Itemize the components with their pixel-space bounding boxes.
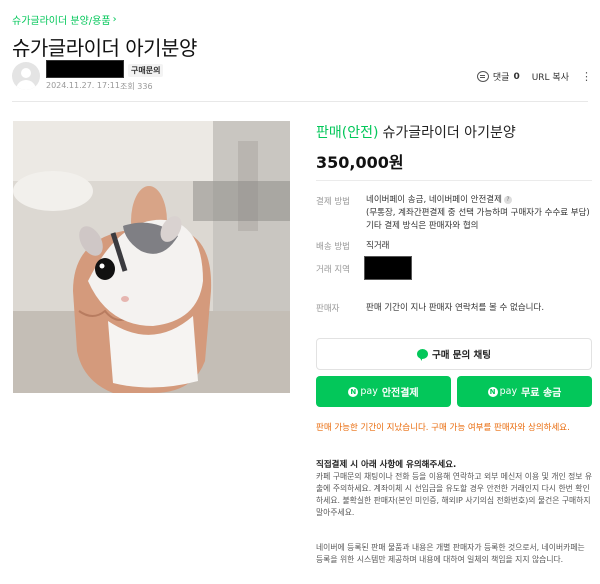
redacted-author-name [46, 60, 124, 78]
sale-status: 판매(안전) [316, 125, 379, 141]
info-divider [316, 180, 592, 181]
expired-notice: 판매 가능한 기간이 지났습니다. 구매 가능 여부를 판매자와 상의하세요. [316, 423, 570, 433]
npay-logo-icon: N [348, 386, 359, 397]
product-name: 슈가글라이더 아기분양 [382, 125, 516, 141]
header-divider [12, 101, 588, 102]
caution-title: 직접결제 시 아래 사항에 유의해주세요. [316, 460, 457, 470]
delivery-method-value: 직거래 [366, 241, 390, 251]
payment-line1: 네이버페이 송금, 네이버페이 안전결제 [366, 195, 502, 205]
sugar-glider-photo [13, 121, 290, 393]
npay-free-transfer-button[interactable]: N pay 무료 송금 [457, 376, 592, 407]
safe-payment-label: 안전결제 [381, 388, 419, 399]
breadcrumb-label[interactable]: 슈가글라이더 분양/용품 [12, 12, 111, 27]
redacted-trade-area [364, 256, 412, 280]
npay-word: pay [360, 386, 378, 397]
help-icon[interactable]: ? [503, 196, 512, 204]
payment-line2: (무통장, 계좌간편결제 중 선택 가능하며 구매자가 수수료 부담) 기타 결… [366, 208, 590, 231]
url-copy-button[interactable]: URL 복사 [532, 70, 569, 83]
payment-method-value: 네이버페이 송금, 네이버페이 안전결제? (무통장, 계좌간편결제 중 선택 … [366, 194, 592, 233]
comment-label[interactable]: 댓글 [493, 70, 510, 83]
buy-inquiry-badge[interactable]: 구매문의 [128, 64, 164, 77]
avatar[interactable] [12, 62, 40, 90]
chat-button-label: 구매 문의 채팅 [431, 350, 492, 361]
chevron-right-icon: › [112, 14, 117, 25]
npay-word: pay [499, 386, 518, 397]
npay-logo-icon: N [487, 386, 498, 397]
free-transfer-label: 무료 송금 [521, 388, 562, 399]
view-count: 조회 336 [120, 82, 153, 91]
delivery-method-label: 배송 방법 [316, 242, 350, 252]
page-title: 슈가글라이더 아기분양 [12, 36, 197, 60]
product-title-line: 판매(안전) 슈가글라이더 아기분양 [316, 122, 516, 142]
breadcrumb[interactable]: 슈가글라이더 분양/용품 › [12, 12, 117, 27]
disclaimer-text: 네이버에 등록된 판매 물품과 내용은 개별 판매자가 등록한 것으로서, 네이… [316, 543, 585, 564]
npay-safe-payment-button[interactable]: N pay 안전결제 [316, 376, 451, 407]
purchase-inquiry-chat-button[interactable]: 구매 문의 채팅 [316, 338, 592, 370]
seller-label: 판매자 [316, 304, 340, 314]
product-price: 350,000원 [316, 153, 404, 172]
product-photo[interactable] [13, 121, 290, 393]
more-options-icon[interactable]: ⋮ [581, 71, 592, 82]
chat-bubble-icon [416, 349, 428, 361]
author-row: 구매문의 2024.11.27. 17:11 조회 336 댓글 0 URL 복… [12, 60, 596, 92]
seller-value: 판매 기간이 지나 판매자 연락처를 볼 수 없습니다. [366, 303, 545, 313]
payment-method-label: 결제 방법 [316, 197, 350, 207]
comment-icon[interactable] [476, 71, 489, 82]
post-actions: 댓글 0 URL 복사 ⋮ [476, 70, 592, 83]
caution-text: 카페 구매문의 채팅이나 전화 등을 이용해 연락하고 외부 메신저 이용 및 … [316, 472, 593, 517]
trade-area-label: 거래 지역 [316, 265, 350, 275]
comment-count[interactable]: 0 [513, 72, 519, 82]
post-date: 2024.11.27. 17:11 [46, 81, 120, 90]
